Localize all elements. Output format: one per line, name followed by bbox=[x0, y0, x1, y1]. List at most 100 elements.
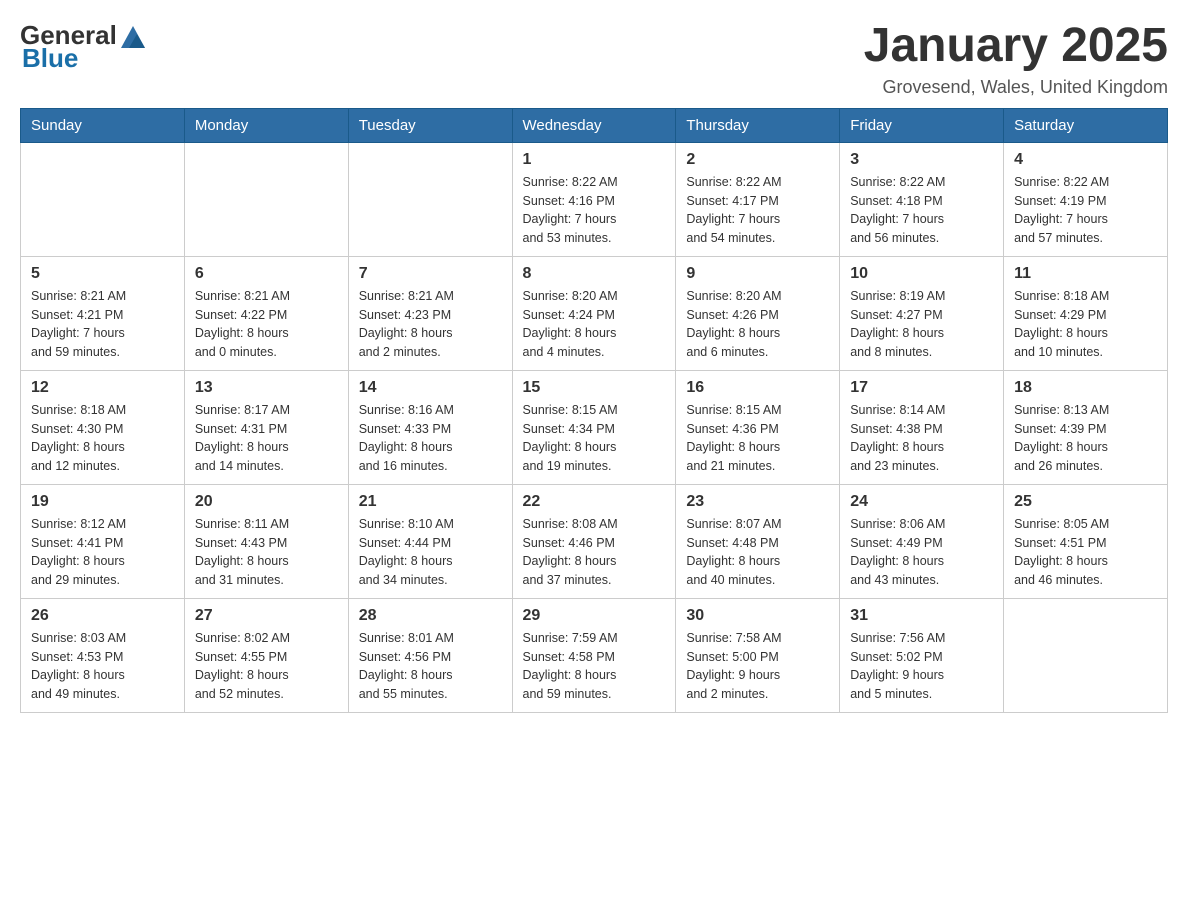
day-number: 2 bbox=[686, 151, 829, 169]
month-title: January 2025 bbox=[864, 20, 1168, 73]
day-number: 28 bbox=[359, 607, 502, 625]
calendar-week-2: 5 Sunrise: 8:21 AMSunset: 4:21 PMDaylight… bbox=[21, 256, 1168, 370]
day-number: 31 bbox=[850, 607, 993, 625]
calendar-cell bbox=[21, 142, 185, 256]
day-info: Sunrise: 8:08 AMSunset: 4:46 PMDaylight:… bbox=[523, 515, 666, 590]
day-number: 16 bbox=[686, 379, 829, 397]
calendar-cell: 18Sunrise: 8:13 AMSunset: 4:39 PMDayligh… bbox=[1004, 370, 1168, 484]
day-number: 17 bbox=[850, 379, 993, 397]
day-info: Sunrise: 8:05 AMSunset: 4:51 PMDaylight:… bbox=[1014, 515, 1157, 590]
calendar-cell: 13 Sunrise: 8:17 AMSunset: 4:31 PMDayligh… bbox=[184, 370, 348, 484]
day-number: 13 bbox=[195, 379, 338, 397]
day-info: Sunrise: 8:17 AMSunset: 4:31 PMDaylight:… bbox=[195, 401, 338, 476]
day-number: 29 bbox=[523, 607, 666, 625]
calendar-cell: 21Sunrise: 8:10 AMSunset: 4:44 PMDayligh… bbox=[348, 484, 512, 598]
day-info: Sunrise: 7:56 AMSunset: 5:02 PMDaylight:… bbox=[850, 629, 993, 704]
calendar-header-thursday: Thursday bbox=[676, 108, 840, 142]
day-info: Sunrise: 8:01 AMSunset: 4:56 PMDaylight:… bbox=[359, 629, 502, 704]
logo: General Blue bbox=[20, 20, 147, 74]
day-number: 23 bbox=[686, 493, 829, 511]
calendar-cell bbox=[1004, 598, 1168, 712]
day-info: Sunrise: 8:18 AMSunset: 4:29 PMDaylight:… bbox=[1014, 287, 1157, 362]
calendar-header-wednesday: Wednesday bbox=[512, 108, 676, 142]
calendar-cell: 7 Sunrise: 8:21 AMSunset: 4:23 PMDaylight… bbox=[348, 256, 512, 370]
day-info: Sunrise: 7:59 AMSunset: 4:58 PMDaylight:… bbox=[523, 629, 666, 704]
calendar-cell: 2 Sunrise: 8:22 AMSunset: 4:17 PMDaylight… bbox=[676, 142, 840, 256]
calendar-cell: 30 Sunrise: 7:58 AMSunset: 5:00 PMDayligh… bbox=[676, 598, 840, 712]
calendar-cell: 23 Sunrise: 8:07 AMSunset: 4:48 PMDayligh… bbox=[676, 484, 840, 598]
day-number: 3 bbox=[850, 151, 993, 169]
day-info: Sunrise: 8:22 AMSunset: 4:19 PMDaylight:… bbox=[1014, 173, 1157, 248]
day-info: Sunrise: 8:11 AMSunset: 4:43 PMDaylight:… bbox=[195, 515, 338, 590]
day-info: Sunrise: 8:19 AMSunset: 4:27 PMDaylight:… bbox=[850, 287, 993, 362]
day-info: Sunrise: 8:21 AMSunset: 4:22 PMDaylight:… bbox=[195, 287, 338, 362]
calendar-cell: 31 Sunrise: 7:56 AMSunset: 5:02 PMDayligh… bbox=[840, 598, 1004, 712]
logo-blue-text: Blue bbox=[22, 43, 78, 74]
day-number: 19 bbox=[31, 493, 174, 511]
title-section: January 2025 Grovesend, Wales, United Ki… bbox=[864, 20, 1168, 98]
day-number: 22 bbox=[523, 493, 666, 511]
calendar-table: SundayMondayTuesdayWednesdayThursdayFrid… bbox=[20, 108, 1168, 713]
calendar-cell: 24Sunrise: 8:06 AMSunset: 4:49 PMDayligh… bbox=[840, 484, 1004, 598]
day-number: 5 bbox=[31, 265, 174, 283]
calendar-cell: 19Sunrise: 8:12 AMSunset: 4:41 PMDayligh… bbox=[21, 484, 185, 598]
day-number: 15 bbox=[523, 379, 666, 397]
calendar-header-tuesday: Tuesday bbox=[348, 108, 512, 142]
day-number: 7 bbox=[359, 265, 502, 283]
calendar-header-friday: Friday bbox=[840, 108, 1004, 142]
day-number: 27 bbox=[195, 607, 338, 625]
day-info: Sunrise: 8:20 AMSunset: 4:24 PMDaylight:… bbox=[523, 287, 666, 362]
day-number: 11 bbox=[1014, 265, 1157, 283]
calendar-cell: 11 Sunrise: 8:18 AMSunset: 4:29 PMDayligh… bbox=[1004, 256, 1168, 370]
day-info: Sunrise: 8:21 AMSunset: 4:23 PMDaylight:… bbox=[359, 287, 502, 362]
calendar-week-5: 26 Sunrise: 8:03 AMSunset: 4:53 PMDayligh… bbox=[21, 598, 1168, 712]
day-number: 4 bbox=[1014, 151, 1157, 169]
page-header: General Blue January 2025 Grovesend, Wal… bbox=[20, 20, 1168, 98]
day-number: 26 bbox=[31, 607, 174, 625]
day-number: 25 bbox=[1014, 493, 1157, 511]
day-number: 1 bbox=[523, 151, 666, 169]
day-info: Sunrise: 8:14 AMSunset: 4:38 PMDaylight:… bbox=[850, 401, 993, 476]
calendar-week-3: 12 Sunrise: 8:18 AMSunset: 4:30 PMDayligh… bbox=[21, 370, 1168, 484]
day-info: Sunrise: 8:15 AMSunset: 4:34 PMDaylight:… bbox=[523, 401, 666, 476]
calendar-header-row: SundayMondayTuesdayWednesdayThursdayFrid… bbox=[21, 108, 1168, 142]
day-info: Sunrise: 7:58 AMSunset: 5:00 PMDaylight:… bbox=[686, 629, 829, 704]
calendar-header-sunday: Sunday bbox=[21, 108, 185, 142]
day-number: 8 bbox=[523, 265, 666, 283]
day-info: Sunrise: 8:03 AMSunset: 4:53 PMDaylight:… bbox=[31, 629, 174, 704]
calendar-cell bbox=[348, 142, 512, 256]
day-number: 21 bbox=[359, 493, 502, 511]
calendar-cell: 17 Sunrise: 8:14 AMSunset: 4:38 PMDayligh… bbox=[840, 370, 1004, 484]
calendar-cell: 20Sunrise: 8:11 AMSunset: 4:43 PMDayligh… bbox=[184, 484, 348, 598]
calendar-cell: 10Sunrise: 8:19 AMSunset: 4:27 PMDayligh… bbox=[840, 256, 1004, 370]
day-info: Sunrise: 8:02 AMSunset: 4:55 PMDaylight:… bbox=[195, 629, 338, 704]
calendar-cell: 3Sunrise: 8:22 AMSunset: 4:18 PMDaylight… bbox=[840, 142, 1004, 256]
calendar-week-1: 1Sunrise: 8:22 AMSunset: 4:16 PMDaylight… bbox=[21, 142, 1168, 256]
calendar-cell: 22 Sunrise: 8:08 AMSunset: 4:46 PMDayligh… bbox=[512, 484, 676, 598]
calendar-cell: 28 Sunrise: 8:01 AMSunset: 4:56 PMDayligh… bbox=[348, 598, 512, 712]
calendar-cell: 9 Sunrise: 8:20 AMSunset: 4:26 PMDaylight… bbox=[676, 256, 840, 370]
location-text: Grovesend, Wales, United Kingdom bbox=[864, 77, 1168, 98]
calendar-cell: 15 Sunrise: 8:15 AMSunset: 4:34 PMDayligh… bbox=[512, 370, 676, 484]
day-info: Sunrise: 8:16 AMSunset: 4:33 PMDaylight:… bbox=[359, 401, 502, 476]
calendar-cell: 25 Sunrise: 8:05 AMSunset: 4:51 PMDayligh… bbox=[1004, 484, 1168, 598]
day-info: Sunrise: 8:15 AMSunset: 4:36 PMDaylight:… bbox=[686, 401, 829, 476]
day-number: 30 bbox=[686, 607, 829, 625]
day-number: 12 bbox=[31, 379, 174, 397]
day-info: Sunrise: 8:21 AMSunset: 4:21 PMDaylight:… bbox=[31, 287, 174, 362]
calendar-cell: 4 Sunrise: 8:22 AMSunset: 4:19 PMDaylight… bbox=[1004, 142, 1168, 256]
calendar-header-monday: Monday bbox=[184, 108, 348, 142]
calendar-cell: 27 Sunrise: 8:02 AMSunset: 4:55 PMDayligh… bbox=[184, 598, 348, 712]
day-info: Sunrise: 8:18 AMSunset: 4:30 PMDaylight:… bbox=[31, 401, 174, 476]
day-info: Sunrise: 8:13 AMSunset: 4:39 PMDaylight:… bbox=[1014, 401, 1157, 476]
day-info: Sunrise: 8:22 AMSunset: 4:17 PMDaylight:… bbox=[686, 173, 829, 248]
calendar-cell: 1Sunrise: 8:22 AMSunset: 4:16 PMDaylight… bbox=[512, 142, 676, 256]
calendar-cell: 12 Sunrise: 8:18 AMSunset: 4:30 PMDayligh… bbox=[21, 370, 185, 484]
day-number: 14 bbox=[359, 379, 502, 397]
day-number: 9 bbox=[686, 265, 829, 283]
day-info: Sunrise: 8:07 AMSunset: 4:48 PMDaylight:… bbox=[686, 515, 829, 590]
day-info: Sunrise: 8:06 AMSunset: 4:49 PMDaylight:… bbox=[850, 515, 993, 590]
calendar-header-saturday: Saturday bbox=[1004, 108, 1168, 142]
day-info: Sunrise: 8:20 AMSunset: 4:26 PMDaylight:… bbox=[686, 287, 829, 362]
calendar-cell: 6Sunrise: 8:21 AMSunset: 4:22 PMDaylight… bbox=[184, 256, 348, 370]
